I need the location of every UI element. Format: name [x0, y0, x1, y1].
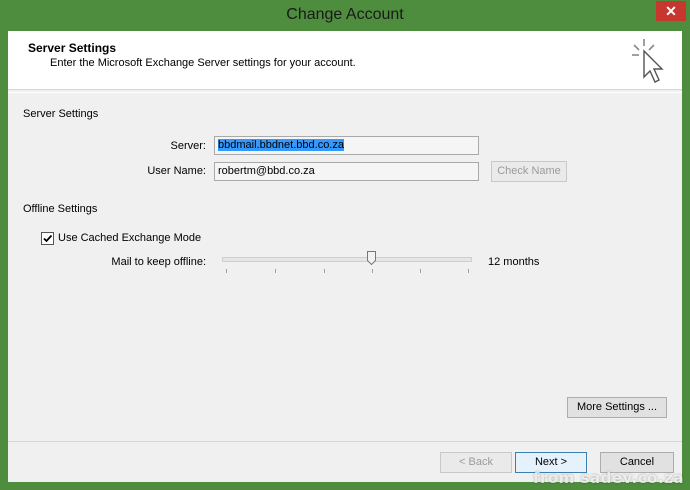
server-label: Server: — [170, 140, 206, 152]
slider-tick — [226, 269, 227, 273]
username-input[interactable]: robertm@bbd.co.za — [214, 162, 479, 181]
username-value: robertm@bbd.co.za — [218, 165, 315, 177]
mail-keep-slider-track[interactable] — [222, 257, 472, 262]
watermark-text: from sadev.co.za — [532, 469, 684, 487]
offline-settings-heading: Offline Settings — [23, 203, 98, 215]
slider-tick — [324, 269, 325, 273]
header-band: Server Settings Enter the Microsoft Exch… — [8, 31, 682, 90]
server-settings-heading: Server Settings — [23, 108, 99, 120]
slider-tick — [275, 269, 276, 273]
check-name-button[interactable]: Check Name — [491, 161, 567, 182]
header-title: Server Settings — [28, 41, 117, 55]
mail-keep-slider-thumb[interactable] — [367, 251, 376, 265]
header-divider — [8, 92, 682, 93]
checkmark-icon — [43, 234, 53, 243]
window-title: Change Account — [286, 6, 404, 23]
server-value: bbdmail.bbdnet.bbd.co.za — [218, 139, 344, 151]
slider-tick — [420, 269, 421, 273]
mail-keep-value: 12 months — [488, 256, 540, 268]
slider-tick — [372, 269, 373, 273]
cached-mode-label[interactable]: Use Cached Exchange Mode — [58, 232, 201, 244]
close-button[interactable]: ✕ — [656, 1, 686, 21]
server-input[interactable]: bbdmail.bbdnet.bbd.co.za — [214, 136, 479, 155]
dialog-client-area: Server Settings Enter the Microsoft Exch… — [8, 31, 682, 482]
header-subtitle: Enter the Microsoft Exchange Server sett… — [50, 57, 356, 69]
username-label: User Name: — [147, 165, 206, 177]
back-button[interactable]: < Back — [440, 452, 512, 473]
change-account-window: Change Account ✕ Server Settings Enter t… — [0, 0, 690, 490]
mail-keep-label: Mail to keep offline: — [111, 256, 206, 268]
title-bar[interactable]: Change Account ✕ — [0, 0, 690, 31]
slider-tick — [468, 269, 469, 273]
cached-mode-checkbox[interactable] — [41, 232, 54, 245]
more-settings-button[interactable]: More Settings ... — [567, 397, 667, 418]
footer-divider — [8, 441, 682, 442]
cursor-click-icon — [632, 39, 664, 83]
